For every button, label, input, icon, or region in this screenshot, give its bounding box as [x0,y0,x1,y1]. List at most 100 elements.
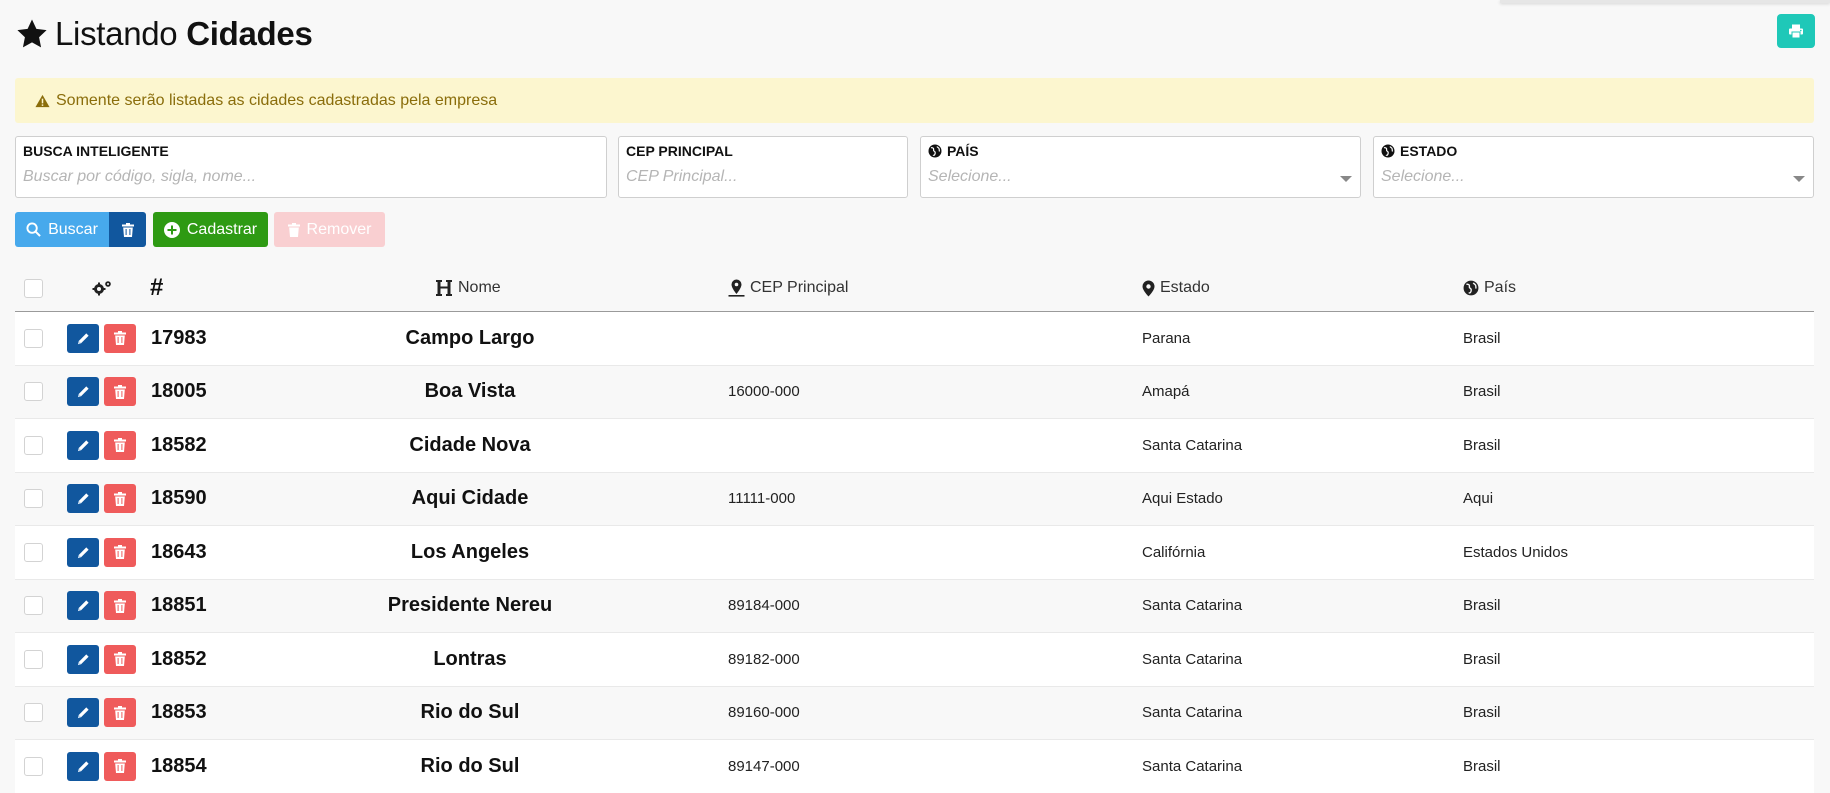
row-select-cell [24,703,43,723]
delete-button[interactable] [104,644,136,674]
trash-icon [114,491,126,506]
table-row[interactable]: 18852 Lontras 89182-000 Santa Catarina B… [15,633,1814,687]
row-select-cell [24,649,43,669]
nome-column-label: Nome [458,279,501,296]
pencil-icon [77,386,89,398]
edit-button[interactable] [67,484,99,514]
delete-button[interactable] [104,430,136,460]
edit-button[interactable] [67,377,99,407]
remover-button[interactable]: Remover [274,212,385,247]
map-marker-icon [1142,280,1155,296]
row-checkbox[interactable] [24,489,43,509]
info-alert: Somente serão listadas as cidades cadast… [15,78,1814,123]
cadastrar-button[interactable]: Cadastrar [153,212,268,247]
row-estado: Santa Catarina [1142,704,1243,722]
row-cep: 89184-000 [728,597,800,615]
row-select-cell [24,382,43,402]
pais-label-wrap: PAÍS [928,143,1353,159]
row-actions [67,484,136,514]
busca-inteligente-field: BUSCA INTELIGENTE [15,136,607,198]
delete-button[interactable] [104,698,136,728]
page-title: Listando Cidades [55,15,313,53]
row-checkbox[interactable] [24,596,43,616]
edit-button[interactable] [67,537,99,567]
row-checkbox[interactable] [24,649,43,669]
row-actions [67,644,136,674]
table-row[interactable]: 18005 Boa Vista 16000-000 Amapá Brasil [15,365,1814,419]
row-estado: Califórnia [1142,543,1206,561]
select-all-checkbox[interactable] [24,278,43,298]
trash-icon [114,759,126,774]
row-actions [67,430,136,460]
chevron-down-icon [1340,176,1352,182]
row-pais: Brasil [1463,757,1501,775]
row-cep: 89182-000 [728,650,800,668]
table-row[interactable]: 18854 Rio do Sul 89147-000 Santa Catarin… [15,740,1814,793]
cidades-table: # Nome CEP Principal Estado País 17983 C… [15,265,1814,793]
pencil-icon [77,761,89,772]
row-nome: Lontras [433,647,507,670]
delete-button[interactable] [104,377,136,407]
edit-button[interactable] [67,698,99,728]
clear-filters-button[interactable] [109,212,146,247]
trash-icon [114,438,126,453]
table-row[interactable]: 18582 Cidade Nova Santa Catarina Brasil [15,419,1814,473]
print-button[interactable] [1777,14,1815,48]
row-id: 18852 [151,647,207,670]
delete-button[interactable] [104,484,136,514]
pais-column-header[interactable]: País [1463,279,1516,297]
row-nome: Los Angeles [410,540,530,563]
row-checkbox[interactable] [24,756,43,776]
nome-column-header[interactable]: Nome [435,279,501,297]
edit-button[interactable] [67,323,99,353]
select-all-cell [24,278,43,298]
delete-button[interactable] [104,537,136,567]
busca-inteligente-label: BUSCA INTELIGENTE [23,143,169,159]
pencil-icon [77,333,89,344]
edit-button[interactable] [67,430,99,460]
id-column-header[interactable]: # [150,274,163,302]
estado-column-header[interactable]: Estado [1142,279,1210,297]
print-icon [1789,24,1803,38]
search-icon [26,222,41,237]
table-row[interactable]: 18590 Aqui Cidade 11111-000 Aqui Estado … [15,472,1814,526]
cep-principal-input[interactable] [626,168,900,186]
pencil-icon [77,600,89,612]
pencil-icon [77,547,89,558]
row-checkbox[interactable] [24,435,43,455]
busca-inteligente-input[interactable] [23,168,599,186]
table-row[interactable]: 18853 Rio do Sul 89160-000 Santa Catarin… [15,686,1814,740]
row-select-cell [24,596,43,616]
delete-button[interactable] [104,591,136,621]
top-edge-shadow [1500,0,1830,3]
delete-button[interactable] [104,751,136,781]
pencil-icon [77,654,89,665]
edit-button[interactable] [67,591,99,621]
estado-column-label: Estado [1160,279,1210,296]
table-row[interactable]: 18851 Presidente Nereu 89184-000 Santa C… [15,579,1814,633]
estado-label: ESTADO [1400,143,1458,159]
buscar-button[interactable]: Buscar [15,212,109,247]
row-estado: Santa Catarina [1142,650,1243,668]
delete-button[interactable] [104,323,136,353]
table-row[interactable]: 17983 Campo Largo Parana Brasil [15,312,1814,366]
trash-icon [121,222,134,237]
estado-select[interactable]: ESTADO Selecione... [1373,136,1814,198]
row-checkbox[interactable] [24,382,43,402]
row-checkbox[interactable] [24,703,43,723]
row-cep: 89160-000 [728,704,800,722]
cep-column-header[interactable]: CEP Principal [728,279,848,297]
row-actions [67,323,136,353]
row-checkbox[interactable] [24,542,43,562]
row-nome: Cidade Nova [409,433,531,456]
trash-icon [114,545,126,560]
pais-select[interactable]: PAÍS Selecione... [920,136,1361,198]
alert-text: Somente serão listadas as cidades cadast… [56,91,498,109]
table-row[interactable]: 18643 Los Angeles Califórnia Estados Uni… [15,526,1814,580]
trash-icon [114,598,126,613]
edit-button[interactable] [67,644,99,674]
edit-button[interactable] [67,751,99,781]
row-estado: Parana [1142,329,1191,347]
row-checkbox[interactable] [24,328,43,348]
page-title-light: Listando [55,15,178,52]
